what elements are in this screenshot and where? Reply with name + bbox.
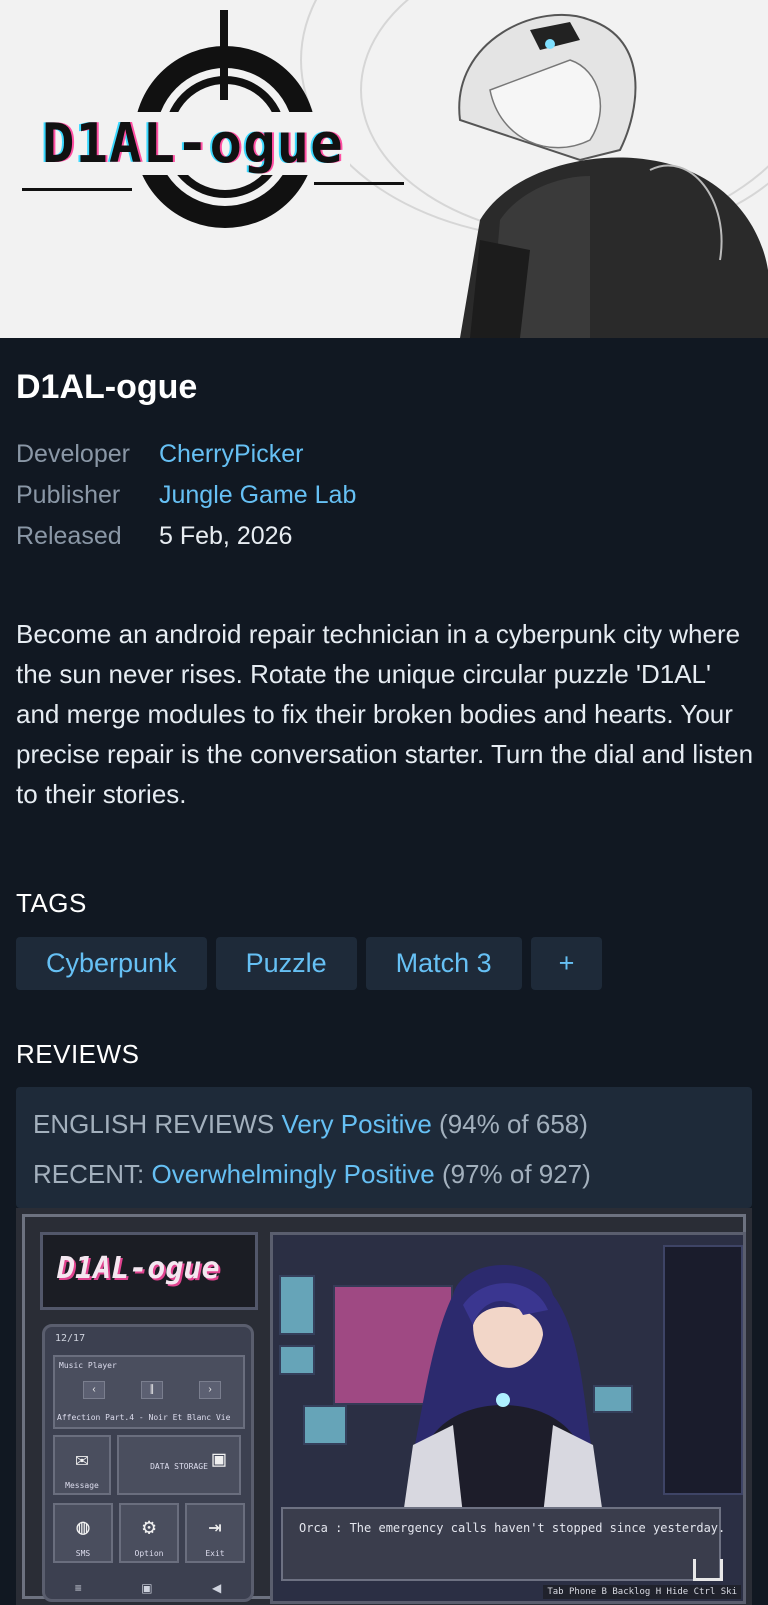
english-reviews-summary[interactable]: Very Positive <box>282 1109 432 1139</box>
meta-row-publisher: Publisher Jungle Game Lab <box>16 475 356 516</box>
story-scene: Orca : The emergency calls haven't stopp… <box>270 1232 746 1604</box>
gear-icon: ⚙ <box>142 1515 156 1540</box>
game-description: Become an android repair technician in a… <box>16 619 754 809</box>
wall-monitor <box>303 1405 347 1445</box>
tag-list: Cyberpunk Puzzle Match 3 + <box>16 937 603 990</box>
home-icon: ▣ <box>141 1581 153 1595</box>
reviews-heading: REVIEWS <box>16 1039 140 1069</box>
release-date: 5 Feb, 2026 <box>159 522 293 550</box>
english-reviews-row: ENGLISH REVIEWS Very Positive (94% of 65… <box>33 1099 752 1149</box>
song-title: Affection Part.4 - Noir Et Blanc Vie <box>57 1413 231 1422</box>
orca-character <box>403 1265 603 1515</box>
phone-status-time: 12/17 <box>55 1333 86 1344</box>
tag-puzzle[interactable]: Puzzle <box>215 937 357 990</box>
music-player-widget: Music Player ‹ ∥ › Affection Part.4 - No… <box>53 1355 245 1429</box>
more-tags-button[interactable]: + <box>530 937 603 990</box>
menu-icon: ≡ <box>74 1581 82 1595</box>
tag-cyberpunk[interactable]: Cyberpunk <box>16 937 207 990</box>
logo-glitch-line <box>314 182 404 185</box>
recent-reviews-detail: (97% of 927) <box>441 1159 591 1189</box>
tag-match-3[interactable]: Match 3 <box>365 937 522 990</box>
phone-app-row-1: ✉ Message DATA STORAGE ▣ <box>53 1435 241 1495</box>
app-label: Message <box>65 1481 99 1490</box>
pause-icon: ∥ <box>141 1381 163 1399</box>
app-data-storage: DATA STORAGE ▣ <box>117 1435 241 1495</box>
meta-row-released: Released 5 Feb, 2026 <box>16 516 356 557</box>
app-label: Option <box>134 1549 164 1558</box>
character-illustration <box>458 13 768 338</box>
music-controls: ‹ ∥ › <box>83 1381 221 1399</box>
back-icon: ◀ <box>212 1581 222 1595</box>
logo-glitch-line <box>22 188 132 191</box>
phone-app-row-2: ◍ SMS ⚙ Option ⇥ Exit <box>53 1503 245 1563</box>
reviews-panel: ENGLISH REVIEWS Very Positive (94% of 65… <box>16 1087 752 1208</box>
globe-icon: ◍ <box>76 1515 90 1540</box>
logo-needle <box>220 10 228 100</box>
app-option: ⚙ Option <box>119 1503 179 1563</box>
dialogue-box[interactable]: Orca : The emergency calls haven't stopp… <box>281 1507 725 1581</box>
next-icon: › <box>199 1381 221 1399</box>
meta-row-developer: Developer CherryPicker <box>16 434 356 475</box>
app-label: SMS <box>75 1549 91 1558</box>
app-message: ✉ Message <box>53 1435 111 1495</box>
screenshot-logo-text: D1AL-ogue <box>57 1251 220 1286</box>
phone-nav-bar: ≡ ▣ ◀ <box>45 1581 251 1595</box>
app-label: Exit <box>205 1549 225 1558</box>
publisher-link[interactable]: Jungle Game Lab <box>159 475 356 516</box>
logo-text: D1AL-ogue <box>36 112 350 175</box>
dialogue-text: Orca : The emergency calls haven't stopp… <box>299 1521 726 1535</box>
game-title: D1AL-ogue <box>16 368 198 406</box>
developer-link[interactable]: CherryPicker <box>159 434 303 475</box>
prev-icon: ‹ <box>83 1381 105 1399</box>
meta-label: Released <box>16 522 122 550</box>
hotkey-bar: Tab Phone B Backlog H Hide Ctrl Ski <box>543 1585 741 1599</box>
english-reviews-label: ENGLISH REVIEWS <box>33 1109 275 1139</box>
music-player-label: Music Player <box>59 1361 117 1370</box>
fullscreen-icon[interactable] <box>693 1559 723 1581</box>
wall-monitor <box>279 1345 315 1375</box>
message-icon: ✉ <box>75 1447 89 1472</box>
floppy-icon: ▣ <box>212 1447 226 1472</box>
meta-label: Publisher <box>16 481 121 509</box>
app-sms: ◍ SMS <box>53 1503 113 1563</box>
in-game-phone: 12/17 Music Player ‹ ∥ › Affection Part.… <box>42 1324 254 1602</box>
screenshot-logo: D1AL-ogue <box>40 1232 258 1310</box>
recent-reviews-label: RECENT: <box>33 1159 145 1189</box>
english-reviews-detail: (94% of 658) <box>439 1109 588 1139</box>
meta-label: Developer <box>16 440 130 468</box>
game-meta: Developer CherryPicker Publisher Jungle … <box>16 434 356 557</box>
app-exit: ⇥ Exit <box>185 1503 245 1563</box>
shelf <box>663 1245 743 1495</box>
exit-door-icon: ⇥ <box>208 1515 222 1540</box>
tags-heading: TAGS <box>16 888 87 918</box>
recent-reviews-row: RECENT: Overwhelmingly Positive (97% of … <box>33 1149 752 1199</box>
header-capsule-image: D1AL-ogue <box>0 0 768 338</box>
recent-reviews-summary[interactable]: Overwhelmingly Positive <box>151 1159 434 1189</box>
game-logo: D1AL-ogue <box>14 10 414 240</box>
wall-monitor <box>279 1275 315 1335</box>
game-screenshot[interactable]: D1AL-ogue 12/17 Music Player ‹ ∥ › Affec… <box>16 1208 752 1605</box>
